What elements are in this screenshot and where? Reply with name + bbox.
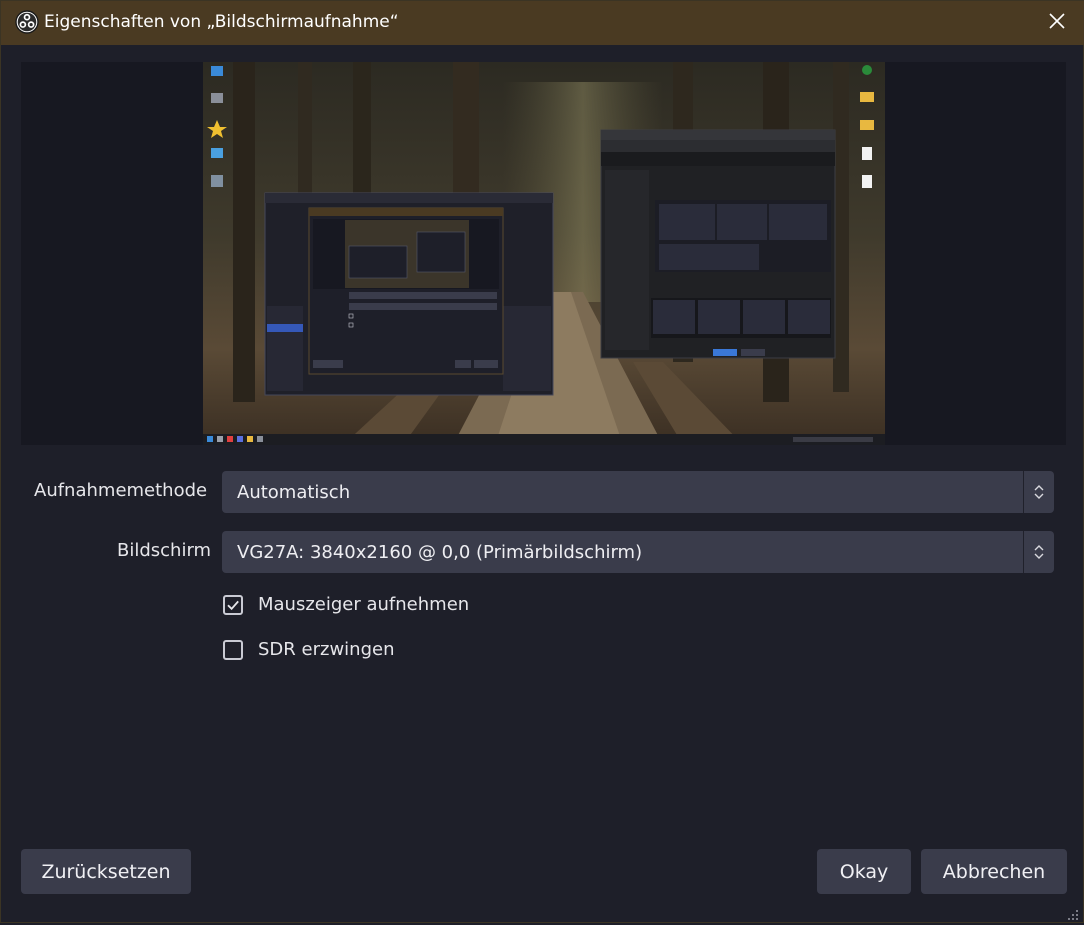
window-title: Eigenschaften von „Bildschirmaufnahme“: [44, 12, 399, 32]
chevron-up-down-icon: [1024, 471, 1054, 513]
capture-method-label: Aufnahmemethode: [34, 480, 208, 501]
cancel-button[interactable]: Abbrechen: [921, 849, 1067, 894]
source-preview: [21, 62, 1066, 445]
resize-grip-icon[interactable]: [1067, 906, 1079, 920]
checkbox-checked-icon[interactable]: [223, 595, 243, 615]
force-sdr-checkbox[interactable]: SDR erzwingen: [223, 639, 403, 665]
capture-cursor-label: Mauszeiger aufnehmen: [258, 594, 470, 615]
chevron-up-down-icon: [1024, 531, 1054, 573]
close-button[interactable]: [1029, 1, 1084, 45]
display-value: VG27A: 3840x2160 @ 0,0 (Primärbildschirm…: [237, 542, 643, 563]
close-icon: [1048, 12, 1066, 34]
capture-cursor-checkbox[interactable]: Mauszeiger aufnehmen: [223, 594, 483, 620]
reset-button[interactable]: Zurücksetzen: [21, 849, 191, 894]
display-label: Bildschirm: [117, 540, 212, 561]
desktop-screenshot-preview: [203, 62, 885, 445]
properties-dialog: Eigenschaften von „Bildschirmaufnahme“ A…: [0, 0, 1084, 923]
capture-method-value: Automatisch: [237, 482, 351, 503]
title-bar: Eigenschaften von „Bildschirmaufnahme“: [1, 1, 1084, 45]
capture-method-select[interactable]: Automatisch: [222, 471, 1054, 513]
ok-button[interactable]: Okay: [817, 849, 911, 894]
obs-app-icon: [15, 10, 39, 34]
force-sdr-label: SDR erzwingen: [258, 639, 395, 660]
checkbox-unchecked-icon[interactable]: [223, 640, 243, 660]
display-select[interactable]: VG27A: 3840x2160 @ 0,0 (Primärbildschirm…: [222, 531, 1054, 573]
